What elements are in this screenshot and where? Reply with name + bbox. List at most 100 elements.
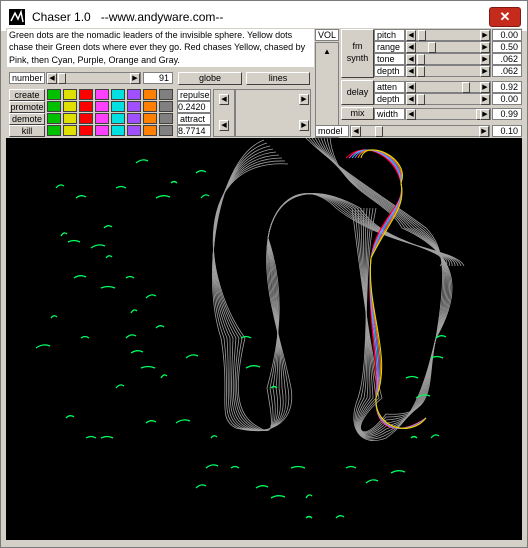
color-swatch[interactable] [79,113,93,124]
right-arrow-icon[interactable]: ▶ [299,94,309,105]
slider-right-arrow-icon[interactable]: ▶ [480,94,490,105]
kill-button[interactable]: kill [9,125,45,137]
slider-right-arrow-icon[interactable]: ▶ [130,73,140,84]
slider-thumb[interactable] [418,30,426,41]
fm-synth-button[interactable]: fm synth [341,29,374,78]
color-swatch[interactable] [159,89,173,100]
slider-right-arrow-icon[interactable]: ▶ [480,30,490,41]
color-swatch[interactable] [111,113,125,124]
repulse-attract-slider[interactable]: ◀ ◀ [213,89,235,137]
slider-left-arrow-icon[interactable]: ◀ [406,109,416,120]
slider-left-arrow-icon[interactable]: ◀ [406,54,416,65]
slider-right-arrow-icon[interactable]: ▶ [480,54,490,65]
delay-button[interactable]: delay [341,80,374,105]
color-swatch[interactable] [127,101,141,112]
simulation-canvas[interactable] [6,138,522,540]
control-slider[interactable]: ◀ ▶ [405,93,491,105]
model-slider[interactable]: ◀ ▶ [350,125,490,137]
control-value: 0.00 [492,29,522,41]
control-slider[interactable]: ◀ ▶ [405,53,491,65]
number-slider[interactable]: ◀ ▶ [46,72,141,84]
demote-button[interactable]: demote [9,113,45,125]
up-arrow-icon[interactable]: ◀ [219,94,229,105]
control-value: 0.50 [492,41,522,53]
color-swatch[interactable] [47,101,61,112]
slider-left-arrow-icon[interactable]: ◀ [406,94,416,105]
color-swatch[interactable] [111,125,125,136]
control-slider[interactable]: ◀ ▶ [405,29,491,41]
color-swatch[interactable] [79,89,93,100]
control-label: depth [374,65,405,77]
color-swatch[interactable] [47,125,61,136]
color-swatch[interactable] [63,89,77,100]
force-slider[interactable]: ▶ ▶ [235,89,311,137]
slider-thumb[interactable] [428,42,436,53]
mix-button[interactable]: mix [341,107,374,120]
slider-left-arrow-icon[interactable]: ◀ [47,73,57,84]
slider-left-arrow-icon[interactable]: ◀ [406,82,416,93]
color-swatch[interactable] [143,101,157,112]
number-value: 91 [143,72,173,84]
slider-right-arrow-icon[interactable]: ▶ [479,126,489,137]
globe-button[interactable]: globe [178,72,242,85]
color-swatch[interactable] [159,125,173,136]
color-swatch[interactable] [143,89,157,100]
vol-label: VOL [315,29,339,41]
color-swatch[interactable] [79,101,93,112]
color-swatch[interactable] [95,101,109,112]
color-swatch[interactable] [127,113,141,124]
create-button[interactable]: create [9,89,45,101]
color-swatch[interactable] [111,89,125,100]
number-slider-thumb[interactable] [58,73,66,84]
down-arrow-icon[interactable]: ◀ [219,120,229,131]
color-swatch[interactable] [63,101,77,112]
model-slider-thumb[interactable] [375,126,383,137]
close-button[interactable]: ✕ [489,7,521,27]
slider-right-arrow-icon[interactable]: ▶ [480,109,490,120]
control-value: .062 [492,65,522,77]
color-swatch[interactable] [63,113,77,124]
slider-thumb[interactable] [417,66,425,77]
control-slider[interactable]: ◀ ▶ [405,81,491,93]
lines-button[interactable]: lines [246,72,310,85]
color-swatch[interactable] [127,89,141,100]
vol-slider[interactable]: ▲ [315,42,339,138]
width-value: 0.99 [492,108,522,120]
slider-right-arrow-icon[interactable]: ▶ [480,66,490,77]
color-swatch[interactable] [159,113,173,124]
slider-right-arrow-icon[interactable]: ▶ [480,82,490,93]
color-swatch[interactable] [143,125,157,136]
color-swatch[interactable] [79,125,93,136]
color-swatch[interactable] [95,113,109,124]
color-swatch[interactable] [127,125,141,136]
color-swatch[interactable] [95,125,109,136]
control-slider[interactable]: ◀ ▶ [405,65,491,77]
color-swatch[interactable] [63,125,77,136]
attract-value: 8.7714 [177,125,211,137]
slider-right-arrow-icon[interactable]: ▶ [480,42,490,53]
color-swatch[interactable] [95,89,109,100]
promote-button[interactable]: promote [9,101,45,113]
color-swatch[interactable] [111,101,125,112]
control-value: 0.00 [492,93,522,105]
color-swatch[interactable] [47,89,61,100]
width-slider[interactable]: ◀ ▶ [405,108,491,120]
color-swatch[interactable] [143,113,157,124]
color-swatch[interactable] [47,113,61,124]
slider-left-arrow-icon[interactable]: ◀ [406,66,416,77]
slider-left-arrow-icon[interactable]: ◀ [406,30,416,41]
slider-left-arrow-icon[interactable]: ◀ [351,126,361,137]
description-text: Green dots are the nomadic leaders of th… [7,29,314,67]
slider-thumb[interactable] [417,54,425,65]
control-label: pitch [374,29,405,41]
color-swatch[interactable] [159,101,173,112]
slider-thumb[interactable] [417,94,425,105]
vol-up-arrow-icon[interactable]: ▲ [323,47,331,56]
right-arrow-icon[interactable]: ▶ [299,120,309,131]
app-window: Chaser 1.0 --www.andyware.com-- ✕ Green … [0,0,528,548]
width-label: width [374,108,405,120]
control-slider[interactable]: ◀ ▶ [405,41,491,53]
slider-thumb[interactable] [462,82,470,93]
slider-left-arrow-icon[interactable]: ◀ [406,42,416,53]
title-bar[interactable]: Chaser 1.0 --www.andyware.com-- ✕ [1,1,527,31]
